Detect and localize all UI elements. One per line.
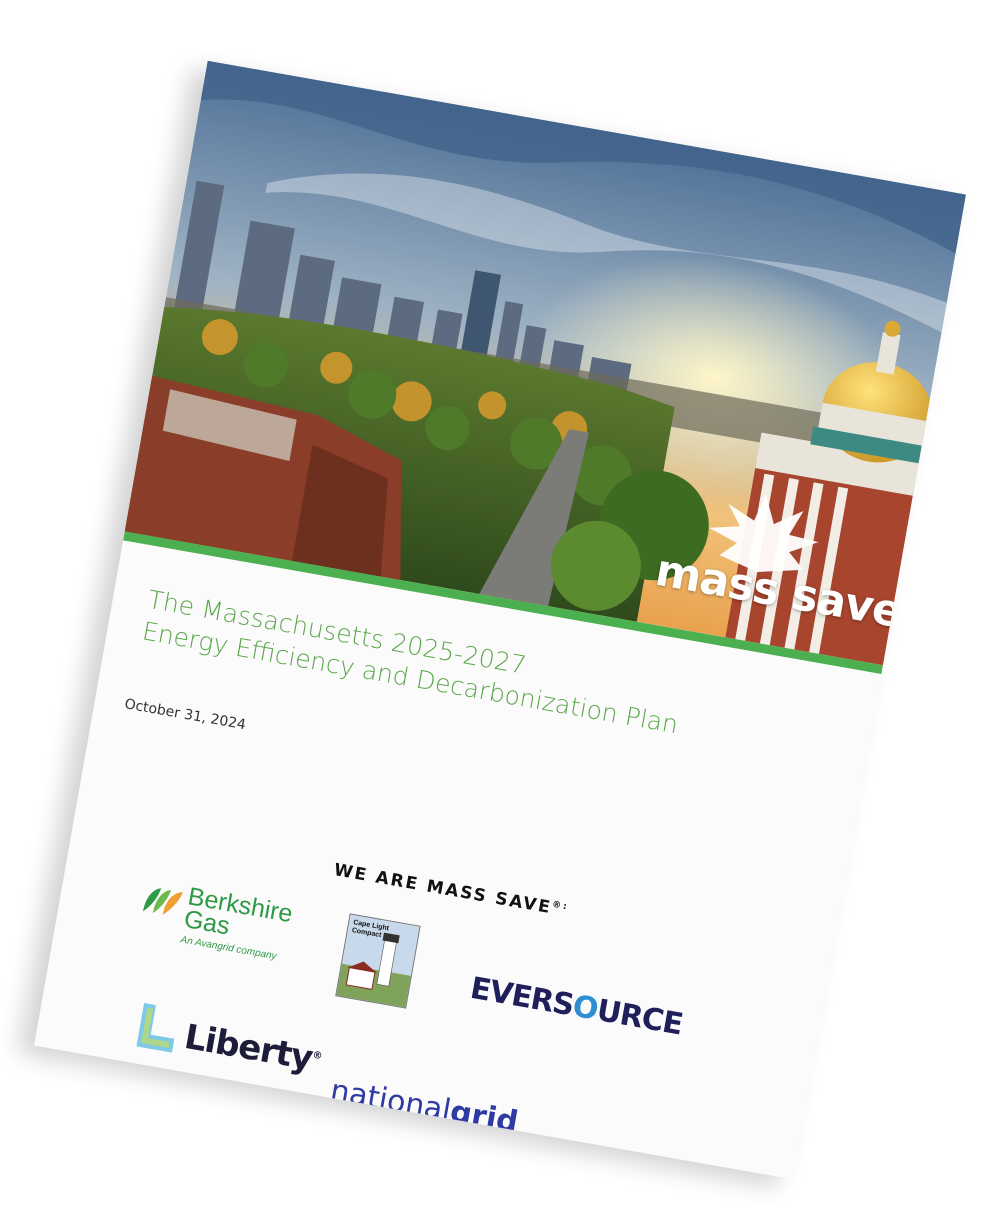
tagline-text: WE ARE MASS SAVE: [332, 860, 554, 919]
report-cover-page: mass save The Massachusetts 2025-2027 En…: [34, 60, 966, 1180]
liberty-name: Liberty®: [181, 1017, 324, 1080]
cape-light-compact-logo: Cape Light Compact: [335, 913, 421, 1009]
national-grid-text-b: grid: [447, 1094, 521, 1141]
liberty-mark-icon: [136, 1003, 175, 1053]
national-grid-text-a: national: [327, 1073, 454, 1129]
unitil-swirl-icon: [543, 1143, 578, 1178]
liberty-text: Liberty: [181, 1016, 316, 1079]
registered-mark: ®:: [551, 899, 570, 913]
mass-save-tagline: WE ARE MASS SAVE®:: [332, 860, 569, 921]
report-date: October 31, 2024: [123, 696, 248, 734]
website-link[interactable]: masssave.com: [362, 1157, 460, 1180]
eversource-text-a: EVERS: [467, 970, 577, 1024]
berkshire-gas-logo: Berkshire Gas An Avangrid company: [142, 877, 312, 962]
liberty-logo: Liberty®: [128, 998, 335, 1092]
eversource-text-b: URCE: [594, 993, 685, 1043]
unitil-name: Unitil: [580, 1141, 702, 1180]
liberty-registered-mark: ®: [311, 1049, 323, 1063]
unitil-logo: Unitil: [537, 1136, 703, 1179]
national-grid-logo: nationalgrid: [328, 1073, 521, 1140]
eversource-logo: EVERSOURCE: [468, 971, 685, 1043]
boston-skyline-photo: mass save: [124, 60, 966, 666]
leaf-icon: [142, 888, 183, 915]
